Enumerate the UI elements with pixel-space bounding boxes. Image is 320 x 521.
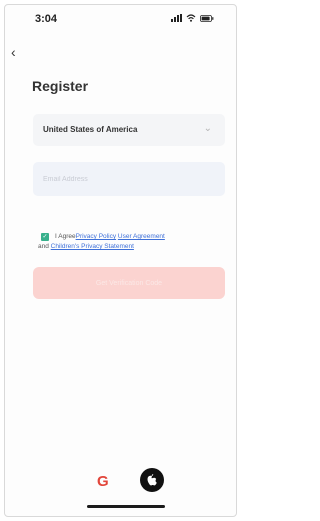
email-field[interactable] bbox=[33, 162, 225, 196]
social-login: G bbox=[5, 467, 236, 495]
chevron-down-icon: ⌄ bbox=[203, 123, 212, 134]
home-indicator bbox=[87, 505, 165, 508]
country-select-value: United States of America bbox=[43, 125, 138, 134]
checkbox-icon[interactable]: ✓ bbox=[41, 233, 49, 241]
status-time: 3:04 bbox=[35, 13, 58, 25]
agreement-prefix: I Agree bbox=[55, 233, 76, 240]
apple-icon[interactable] bbox=[140, 468, 164, 492]
battery-icon bbox=[200, 14, 214, 22]
agreement-line-2: and Children's Privacy Statement bbox=[38, 242, 221, 252]
phone-frame: 3:04 ‹ Register United States of America… bbox=[4, 4, 237, 517]
signal-icon bbox=[171, 14, 182, 22]
childrens-privacy-link[interactable]: Children's Privacy Statement bbox=[51, 243, 134, 250]
wifi-icon bbox=[186, 14, 196, 22]
get-verification-code-button[interactable]: Get Verification Code bbox=[33, 267, 225, 299]
privacy-policy-link[interactable]: Privacy Policy bbox=[76, 233, 116, 240]
agreement-joiner: and bbox=[38, 243, 49, 250]
country-select[interactable]: United States of America ⌄ bbox=[33, 114, 225, 146]
back-icon[interactable]: ‹ bbox=[11, 45, 16, 59]
google-icon[interactable]: G bbox=[97, 473, 109, 490]
page-title: Register bbox=[32, 78, 89, 94]
agreement-text: ✓ I AgreePrivacy Policy User Agreement a… bbox=[38, 232, 221, 252]
status-bar: 3:04 bbox=[5, 5, 236, 33]
status-icons bbox=[171, 14, 214, 22]
agreement-line-1: I AgreePrivacy Policy User Agreement bbox=[55, 232, 221, 242]
user-agreement-link[interactable]: User Agreement bbox=[118, 233, 165, 240]
